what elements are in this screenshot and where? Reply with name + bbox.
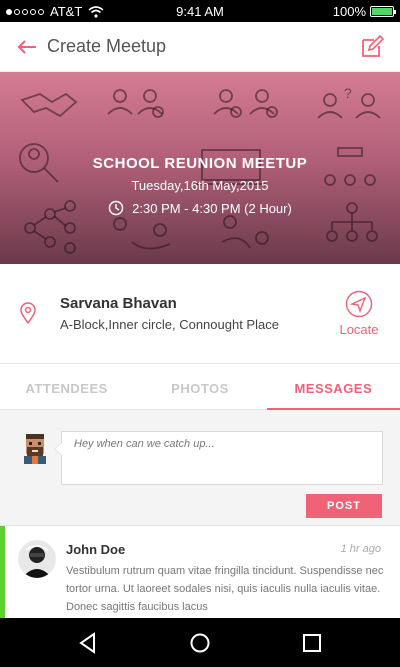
event-date: Tuesday,16th May,2015	[131, 178, 269, 193]
event-banner: ? SCHOOL REUNION MEETUP Tuesday,16th May…	[0, 72, 400, 264]
tab-messages[interactable]: MESSAGES	[266, 364, 400, 410]
edit-icon[interactable]	[360, 35, 384, 59]
user-avatar	[24, 434, 46, 464]
svg-text:?: ?	[344, 85, 352, 101]
navigation-arrow-icon	[345, 290, 373, 318]
locate-label: Locate	[339, 322, 379, 337]
location-pin-icon	[20, 302, 36, 324]
message-author: John Doe	[66, 542, 126, 557]
battery-percentage: 100%	[332, 4, 366, 19]
location-section: Sarvana Bhavan A-Block,Inner circle, Con…	[0, 264, 400, 364]
avatar	[18, 540, 56, 578]
message-input[interactable]	[74, 438, 374, 450]
event-time-row: 2:30 PM - 4:30 PM (2 Hour)	[0, 200, 400, 216]
page-title: Create Meetup	[47, 36, 167, 56]
message-time: 1 hr ago	[340, 543, 381, 555]
tab-bar: ATTENDEES PHOTOS MESSAGES	[0, 364, 400, 410]
home-icon[interactable]	[188, 631, 212, 655]
message-item[interactable]: John Doe 1 hr ago Vestibulum rutrum quam…	[0, 526, 400, 618]
clock-icon	[108, 200, 124, 216]
tab-photos[interactable]: PHOTOS	[133, 364, 266, 409]
locate-button[interactable]: Locate	[336, 290, 382, 337]
recent-apps-icon[interactable]	[300, 631, 324, 655]
event-time: 2:30 PM - 4:30 PM (2 Hour)	[132, 200, 292, 216]
tab-attendees[interactable]: ATTENDEES	[0, 364, 133, 409]
unread-indicator	[0, 526, 5, 618]
message-input-box	[54, 431, 383, 485]
post-button[interactable]: POST	[306, 494, 382, 518]
app-header: Create Meetup	[0, 22, 400, 72]
status-bar: AT&T 9:41 AM 100%	[0, 0, 400, 22]
venue-address: A-Block,Inner circle, Connought Place	[60, 317, 279, 332]
battery-icon	[370, 6, 396, 17]
back-arrow-icon[interactable]	[16, 36, 38, 58]
back-icon[interactable]	[76, 631, 100, 655]
system-nav-bar	[0, 618, 400, 667]
event-title: SCHOOL REUNION MEETUP	[92, 155, 308, 172]
venue-name: Sarvana Bhavan	[60, 295, 177, 312]
status-right: 100%	[332, 4, 396, 19]
message-text: Vestibulum rutrum quam vitae fringilla t…	[66, 565, 384, 613]
message-composer: POST	[0, 410, 400, 526]
